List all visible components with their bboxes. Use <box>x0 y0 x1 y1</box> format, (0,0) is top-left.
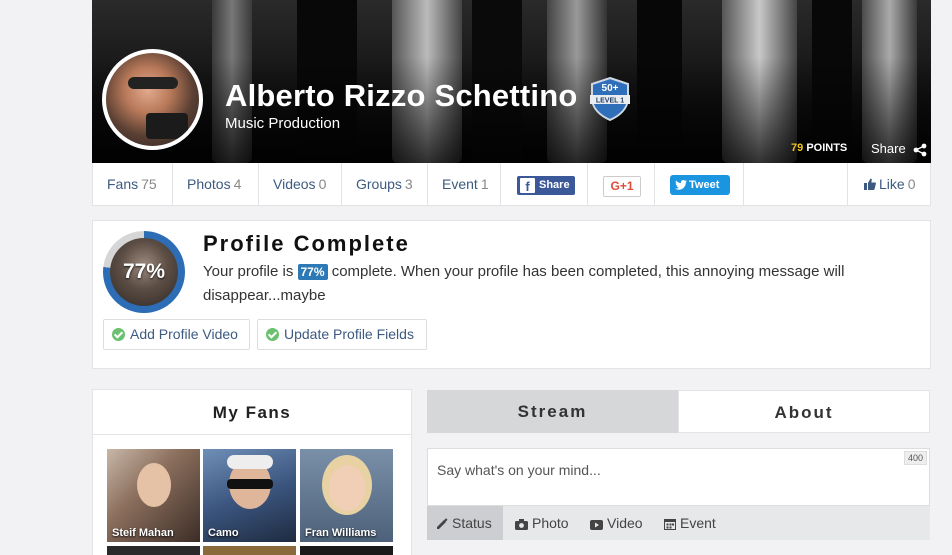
profile-complete-message: Your profile is 77% complete. When your … <box>203 260 913 308</box>
level-badge-icon: 50+ LEVEL 1 <box>586 76 634 122</box>
fan-card[interactable] <box>300 546 393 555</box>
status-composer-input[interactable]: Say what's on your mind... 400 <box>427 448 930 506</box>
message-text: Your profile is <box>203 263 298 280</box>
tab-groups[interactable]: Groups 3 <box>342 163 428 205</box>
pencil-icon <box>437 518 448 529</box>
facebook-icon: f <box>520 178 535 194</box>
tab-fans[interactable]: Fans 75 <box>93 163 173 205</box>
stream-tabs: Stream About <box>427 390 930 433</box>
profile-avatar[interactable] <box>102 49 203 150</box>
like-count: 0 <box>907 176 916 192</box>
avatar-camera <box>146 113 188 139</box>
post-type-photo[interactable]: Photo <box>506 506 578 540</box>
tweet-label: Tweet <box>689 179 720 191</box>
tab-count: 75 <box>141 176 157 192</box>
tab-stream[interactable]: Stream <box>427 390 678 433</box>
add-profile-video-button[interactable]: Add Profile Video <box>103 319 250 350</box>
tab-label: Videos <box>273 176 316 192</box>
tweet-button[interactable]: Tweet <box>670 175 730 195</box>
post-type-event[interactable]: Event <box>655 506 725 540</box>
button-label: Update Profile Fields <box>284 326 414 342</box>
check-circle-icon <box>112 328 125 341</box>
tab-label: Fans <box>107 176 139 192</box>
points-label: POINTS <box>806 142 848 154</box>
calendar-icon <box>664 519 676 530</box>
profile-subtitle: Music Production <box>225 115 341 132</box>
message-percent-badge: 77% <box>297 264 328 280</box>
tab-photos[interactable]: Photos 4 <box>173 163 259 205</box>
tab-count: 4 <box>233 176 242 192</box>
progress-percent: 77% <box>122 260 166 283</box>
share-icon <box>913 143 927 156</box>
profile-name: Alberto Rizzo Schettino <box>225 78 578 113</box>
avatar-sunglasses <box>128 77 178 89</box>
fan-name: Steif Mahan <box>112 527 174 539</box>
google-plus-button[interactable]: G+1 <box>603 176 641 197</box>
twitter-bird-icon <box>675 180 687 190</box>
facebook-share-label: Share <box>539 179 570 191</box>
camera-icon <box>515 519 528 530</box>
tab-event[interactable]: Event 1 <box>428 163 501 205</box>
video-play-icon <box>590 520 603 530</box>
profile-progress-ring: 77% <box>103 231 185 313</box>
tab-about[interactable]: About <box>678 390 930 433</box>
tab-label: Event <box>442 176 478 192</box>
fan-card[interactable]: Fran Williams <box>300 449 393 542</box>
profile-complete-panel: 77% Profile Complete Your profile is 77%… <box>92 220 931 369</box>
fan-photo <box>137 463 171 507</box>
points-value: 79 <box>791 142 804 154</box>
char-counter: 400 <box>903 451 927 465</box>
post-type-label: Video <box>607 515 643 531</box>
button-label: Add Profile Video <box>130 326 238 342</box>
update-profile-fields-button[interactable]: Update Profile Fields <box>257 319 427 350</box>
my-fans-title: My Fans <box>93 390 411 435</box>
badge-bottom-text: LEVEL 1 <box>596 98 624 105</box>
tab-count: 3 <box>404 176 413 192</box>
post-type-label: Status <box>452 515 492 531</box>
my-fans-panel: My Fans Steif Mahan Camo Fran Williams <box>92 389 412 555</box>
fan-hair <box>227 455 273 469</box>
composer-placeholder: Say what's on your mind... <box>437 462 601 478</box>
post-type-bar: Status Photo Video Event <box>427 506 930 540</box>
fan-card[interactable] <box>203 546 296 555</box>
like-button[interactable]: Like 0 <box>847 163 931 205</box>
post-type-label: Event <box>680 515 716 531</box>
tab-label: Groups <box>356 176 402 192</box>
tab-count: 1 <box>480 176 489 192</box>
tab-count: 0 <box>318 176 327 192</box>
points-display: 79 POINTS <box>791 142 847 154</box>
fan-name: Fran Williams <box>305 527 377 539</box>
fan-name: Camo <box>208 527 239 539</box>
profile-complete-title: Profile Complete <box>203 231 410 256</box>
fan-photo <box>329 465 365 511</box>
share-label: Share <box>871 141 906 156</box>
tab-videos[interactable]: Videos 0 <box>259 163 342 205</box>
badge-top-text: 50+ <box>602 83 619 94</box>
fan-sunglasses <box>227 479 273 489</box>
check-circle-icon <box>266 328 279 341</box>
fan-card[interactable] <box>107 546 200 555</box>
post-type-status[interactable]: Status <box>427 506 503 540</box>
profile-tabs-bar: Fans 75 Photos 4 Videos 0 Groups 3 Event 1 f … <box>92 163 931 206</box>
google-plus-label: G+1 <box>610 179 634 193</box>
fan-card[interactable]: Steif Mahan <box>107 449 200 542</box>
like-label: Like <box>879 176 905 192</box>
facebook-share-button[interactable]: f Share <box>517 176 575 195</box>
tab-label: Photos <box>187 176 231 192</box>
fan-card[interactable]: Camo <box>203 449 296 542</box>
post-type-video[interactable]: Video <box>581 506 651 540</box>
share-button[interactable]: Share <box>871 141 927 157</box>
post-type-label: Photo <box>532 515 569 531</box>
thumbs-up-icon <box>864 178 876 190</box>
